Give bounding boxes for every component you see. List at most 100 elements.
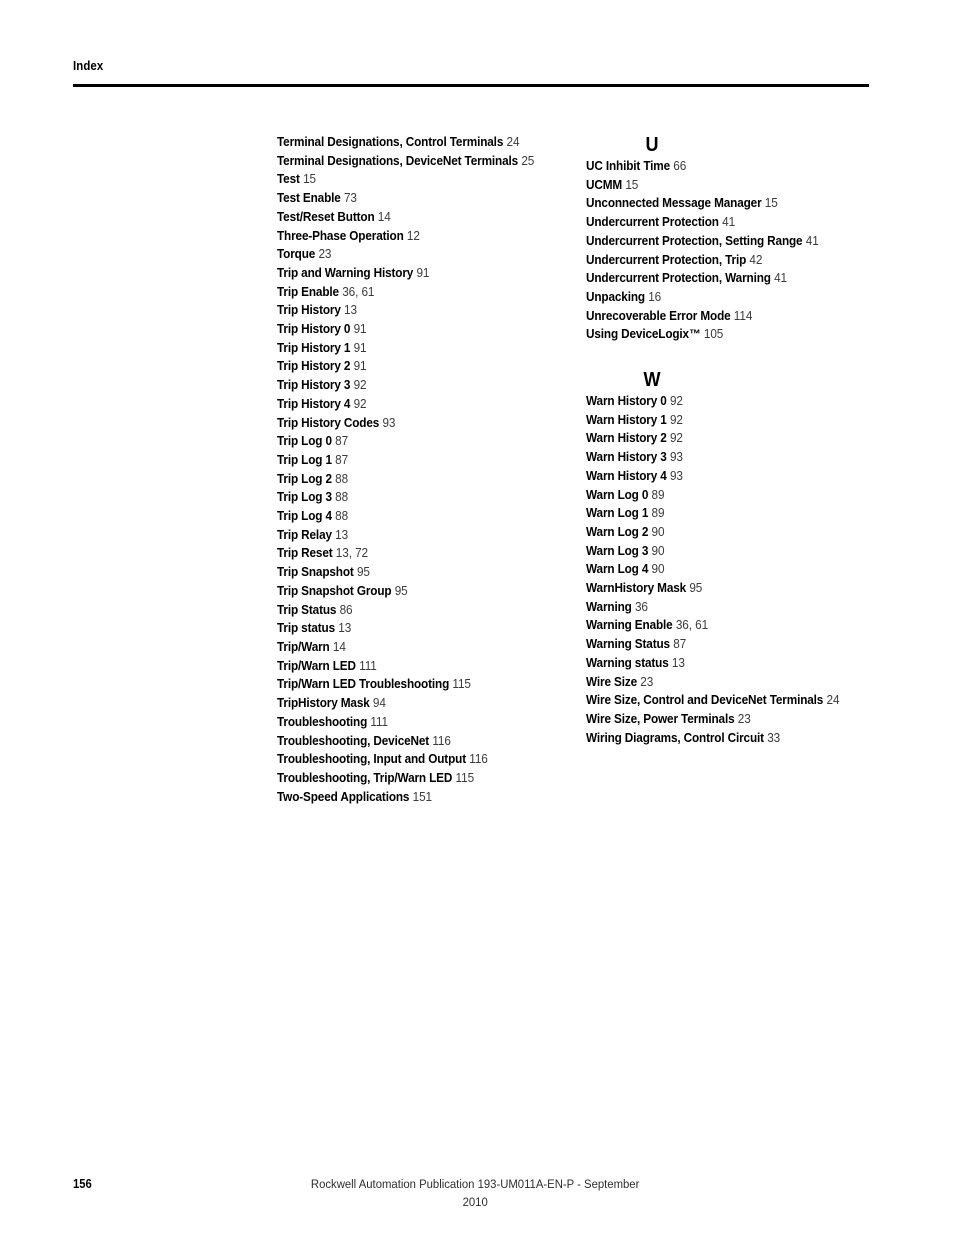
index-entry-pages: 25 (521, 153, 535, 168)
index-entry-pages: 13 (335, 527, 349, 542)
index-entry: Warning 36 (586, 598, 942, 617)
index-entry: Warning Status 87 (586, 635, 942, 654)
index-entry: Test 15 (277, 170, 623, 189)
index-entry-term: Trip History 0 (277, 322, 351, 337)
index-entry: Trip Snapshot Group 95 (277, 582, 623, 601)
index-entry-pages: 33 (767, 730, 781, 745)
index-entry-pages: 90 (651, 543, 665, 558)
index-entry-term: Wire Size, Power Terminals (586, 711, 735, 726)
index-entry-pages: 14 (377, 209, 391, 224)
index-entry-pages: 23 (737, 711, 751, 726)
index-entry-pages: 86 (339, 602, 353, 617)
index-entry-pages: 66 (673, 159, 687, 173)
index-entry: Trip History Codes 93 (277, 414, 623, 433)
index-entry: Trip History 4 92 (277, 395, 623, 414)
index-entry: Undercurrent Protection, Trip 42 (586, 251, 942, 270)
index-column-left: Terminal Designations, Control Terminals… (277, 133, 567, 806)
index-entry-pages: 88 (335, 509, 349, 524)
index-entry-pages: 42 (749, 252, 763, 267)
index-entry-term: Trip Reset (277, 546, 333, 561)
index-entry-term: Trip History 3 (277, 378, 351, 393)
index-entry-pages: 23 (318, 247, 332, 262)
index-entry: Troubleshooting, Input and Output 116 (277, 750, 623, 769)
index-entry-pages: 89 (651, 487, 665, 502)
index-entry-pages: 87 (673, 637, 687, 652)
index-entry-pages: 91 (353, 359, 367, 374)
index-entry-pages: 41 (722, 215, 736, 230)
index-entry-pages: 13, 72 (335, 546, 368, 561)
index-entry-term: Terminal Designations, Control Terminals (277, 135, 504, 149)
index-entry-term: Warn Log 3 (586, 543, 649, 558)
index-entry-term: Troubleshooting, Input and Output (277, 752, 466, 767)
index-entry: Three-Phase Operation 12 (277, 227, 623, 246)
index-entry: WarnHistory Mask 95 (586, 579, 942, 598)
index-entry-pages: 111 (359, 658, 377, 673)
index-entry-pages: 24 (506, 135, 520, 149)
index-entry-pages: 15 (764, 196, 778, 211)
index-entry-term: Undercurrent Protection, Setting Range (586, 233, 803, 248)
index-entry-term: Using DeviceLogix™ (586, 327, 701, 342)
index-entry-pages: 92 (353, 396, 367, 411)
index-entry-pages: 87 (335, 434, 349, 449)
index-entry: Trip Enable 36, 61 (277, 283, 623, 302)
index-entry: Trip and Warning History 91 (277, 264, 623, 283)
index-entry-pages: 36 (634, 599, 648, 614)
index-entry: Unrecoverable Error Mode 114 (586, 307, 942, 326)
index-entry: Troubleshooting, Trip/Warn LED 115 (277, 769, 623, 788)
index-entry: Trip Log 2 88 (277, 470, 623, 489)
index-entry-term: Troubleshooting (277, 714, 368, 729)
index-entry-term: Trip Enable (277, 284, 339, 299)
index-entry-term: Warn Log 4 (586, 562, 649, 577)
index-entry-term: Undercurrent Protection, Warning (586, 271, 771, 286)
index-entry: Warn History 1 92 (586, 411, 942, 430)
index-entry-pages: 24 (826, 693, 840, 708)
index-entry-term: Warn Log 1 (586, 506, 649, 521)
index-entry: Warn Log 3 90 (586, 542, 942, 561)
index-entry: Troubleshooting, DeviceNet 116 (277, 732, 623, 751)
index-entry-pages: 89 (651, 506, 665, 521)
page-title: Index (73, 58, 104, 73)
index-entry-pages: 88 (335, 471, 349, 486)
index-entry: Wire Size, Power Terminals 23 (586, 710, 942, 729)
index-entry: Undercurrent Protection 41 (586, 213, 942, 232)
index-entry: UC Inhibit Time 66 (586, 157, 942, 176)
index-entry: Trip Snapshot 95 (277, 563, 623, 582)
index-entry-term: Torque (277, 247, 316, 262)
index-entry-term: Undercurrent Protection (586, 215, 719, 230)
index-entry: Terminal Designations, Control Terminals… (277, 133, 623, 152)
index-entry: Trip/Warn LED Troubleshooting 115 (277, 675, 623, 694)
index-entry-pages: 15 (303, 172, 316, 187)
index-entry: Unpacking 16 (586, 288, 942, 307)
index-entry: Torque 23 (277, 245, 623, 264)
index-entry-term: Trip Log 3 (277, 490, 332, 505)
index-entry-term: Warn History 1 (586, 412, 667, 427)
index-entry-term: Trip History 1 (277, 340, 351, 355)
index-entry-term: Two-Speed Applications (277, 789, 410, 804)
index-entry-pages: 14 (332, 639, 346, 654)
index-entry-pages: 95 (689, 581, 703, 596)
index-entry-term: Trip/Warn LED Troubleshooting (277, 677, 450, 692)
index-entry-term: Trip Log 1 (277, 452, 332, 467)
index-entry-term: Unconnected Message Manager (586, 196, 762, 211)
index-entry-term: Warning Enable (586, 618, 673, 633)
index-entry-term: Warn History 0 (586, 394, 667, 409)
index-entry: Troubleshooting 111 (277, 713, 623, 732)
index-entry-term: Trip Snapshot (277, 565, 354, 580)
index-entry: Warn Log 2 90 (586, 523, 942, 542)
index-entry-pages: 93 (669, 468, 683, 483)
index-entry-term: Trip Log 0 (277, 434, 332, 449)
index-entry: Warn History 3 93 (586, 448, 942, 467)
index-entry-term: UCMM (586, 177, 623, 192)
index-entry: Warn Log 1 89 (586, 504, 942, 523)
index-entry-term: TripHistory Mask (277, 696, 370, 711)
index-entry-term: Trip History Codes (277, 415, 380, 430)
index-entry-pages: 95 (394, 583, 408, 598)
header-divider (73, 84, 869, 87)
index-entry: Wire Size, Control and DeviceNet Termina… (586, 691, 942, 710)
index-entry-term: Warning (586, 599, 632, 614)
index-entry-pages: 115 (452, 677, 471, 692)
index-entry-pages: 92 (353, 378, 367, 393)
index-entry-term: Three-Phase Operation (277, 228, 404, 243)
index-entry: Terminal Designations, DeviceNet Termina… (277, 152, 623, 171)
index-entry: Trip Log 0 87 (277, 432, 623, 451)
